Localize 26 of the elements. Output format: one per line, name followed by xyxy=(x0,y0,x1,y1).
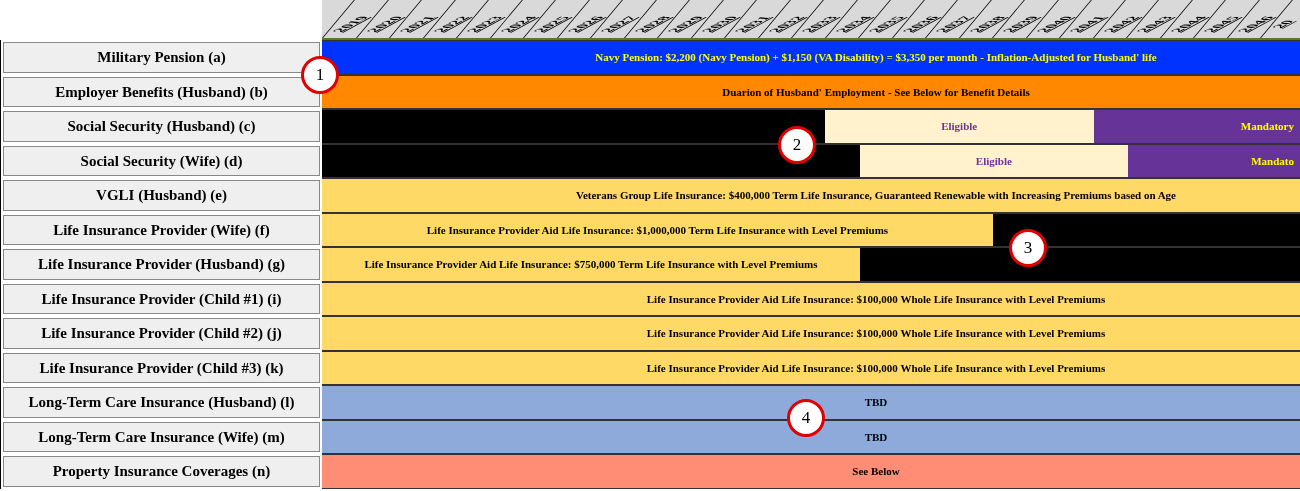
bar-text: Eligible xyxy=(941,119,978,134)
bar-text: TBD xyxy=(864,395,888,410)
row-label: Social Security (Wife) (d) xyxy=(3,145,320,176)
bar-text: Life Insurance Provider Aid Life Insurance: $750,000 Term Life Insurance with Level Premiums xyxy=(364,257,818,272)
bar-text: Life Insurance Provider Aid Life Insurance: $1,000,000 Term Life Insurance with Level Premiums xyxy=(426,222,889,238)
bar-text: TBD xyxy=(864,429,888,445)
row-label: Property Insurance Coverages (n) xyxy=(3,456,320,487)
bar-text: Mandatory xyxy=(1240,119,1294,134)
row-label: Life Insurance Provider (Wife) (f) xyxy=(3,214,320,245)
row-label: Long-Term Care Insurance (Husband) (l) xyxy=(3,387,320,418)
bar-text: See Below xyxy=(852,464,900,479)
row-label: VGLI (Husband) (e) xyxy=(3,180,320,211)
bar-text: Life Insurance Provider Aid Life Insurance: $100,000 Whole Life Insurance with Level Premiums xyxy=(646,291,1106,307)
row-label: Life Insurance Provider (Child #1) (i) xyxy=(3,283,320,314)
bar-text: Life Insurance Provider Aid Life Insurance: $100,000 Whole Life Insurance with Level Premiums xyxy=(646,360,1106,376)
row-label: Life Insurance Provider (Husband) (g) xyxy=(3,249,320,280)
row-label: Long-Term Care Insurance (Wife) (m) xyxy=(3,421,320,452)
row-label: Life Insurance Provider (Child #2) (j) xyxy=(3,318,320,349)
bar-text: Eligible xyxy=(975,153,1012,169)
bar-text: Mandato xyxy=(1251,153,1294,169)
bar-text: Navy Pension: $2,200 (Navy Pension) + $1,150 (VA Disability) = $3,350 per month - Inflation-Adjusted for Husband' life xyxy=(595,50,1157,65)
row-label: Life Insurance Provider (Child #3) (k) xyxy=(3,352,320,383)
row-label: Social Security (Husband) (c) xyxy=(3,111,320,142)
bar-text: Life Insurance Provider Aid Life Insurance: $100,000 Whole Life Insurance with Level Premiums xyxy=(646,326,1106,341)
bar-text: Duarion of Husband' Employment - See Below for Benefit Details xyxy=(722,84,1030,100)
bar-text: Veterans Group Life Insurance: $400,000 Term Life Insurance, Guaranteed Renewable with Increasing Premiums based on Age xyxy=(576,188,1176,203)
